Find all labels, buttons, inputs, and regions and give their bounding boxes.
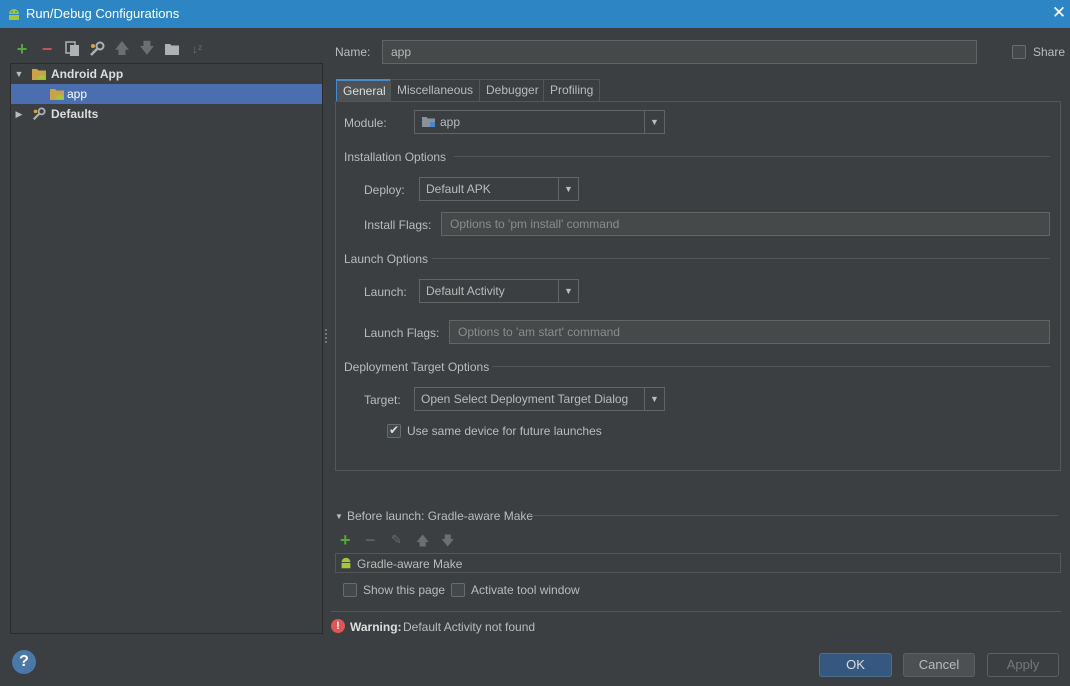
module-label: Module: — [344, 116, 387, 130]
same-device-checkbox[interactable] — [387, 423, 401, 438]
copy-icon[interactable] — [65, 41, 80, 57]
task-label: Gradle-aware Make — [357, 557, 463, 571]
dropdown-arrow-icon[interactable]: ▼ — [644, 388, 664, 410]
wrench-icon[interactable] — [89, 41, 105, 57]
add-task-icon[interactable]: + — [340, 530, 351, 551]
share-checkbox[interactable] — [1012, 45, 1026, 59]
warning-prefix: Warning: — [350, 620, 402, 634]
ok-button[interactable]: OK — [819, 653, 892, 677]
cancel-button[interactable]: Cancel — [903, 653, 975, 677]
show-page-checkbox[interactable] — [343, 583, 357, 597]
tab-debugger[interactable]: Debugger — [479, 79, 546, 102]
move-task-up-icon[interactable]: 🡅 — [416, 532, 429, 554]
configuration-tree[interactable]: ▼ Android App app ▶ Defaults — [10, 63, 323, 634]
window-title: Run/Debug Configurations — [26, 6, 180, 21]
divider — [331, 611, 1061, 612]
module-select[interactable]: app ▼ — [414, 110, 665, 134]
android-app-icon — [50, 89, 64, 100]
dropdown-arrow-icon[interactable]: ▼ — [558, 280, 578, 302]
before-launch-header: Before launch: Gradle-aware Make — [347, 509, 534, 523]
same-device-label: Use same device for future launches — [407, 424, 602, 438]
apply-button[interactable]: Apply — [987, 653, 1059, 677]
divider — [432, 258, 1050, 259]
tree-item-label: app — [67, 87, 88, 101]
target-value: Open Select Deployment Target Dialog — [421, 392, 629, 406]
move-task-down-icon[interactable]: 🡇 — [441, 532, 454, 554]
splitter-handle[interactable] — [325, 329, 327, 343]
deploy-label: Deploy: — [364, 183, 405, 197]
installation-options-header: Installation Options — [344, 150, 447, 164]
activate-tool-window-checkbox[interactable] — [451, 583, 465, 597]
tree-item-app[interactable]: app — [11, 84, 322, 104]
move-up-icon[interactable]: 🡅 — [113, 40, 131, 58]
launch-label: Launch: — [364, 285, 407, 299]
collapse-arrow-icon[interactable]: ▼ — [335, 512, 343, 521]
deployment-target-header: Deployment Target Options — [344, 360, 490, 374]
tab-miscellaneous[interactable]: Miscellaneous — [390, 79, 481, 102]
launch-flags-label: Launch Flags: — [364, 326, 440, 340]
tree-item-label: Defaults — [51, 107, 99, 121]
tab-profiling[interactable]: Profiling — [543, 79, 601, 102]
tree-item-defaults[interactable]: ▶ Defaults — [11, 104, 322, 124]
dropdown-arrow-icon[interactable]: ▼ — [558, 178, 578, 200]
before-launch-task-row[interactable]: Gradle-aware Make — [335, 553, 1061, 573]
title-bar: Run/Debug Configurations ✕ — [0, 0, 1070, 28]
deploy-value: Default APK — [426, 182, 491, 196]
divider — [492, 366, 1050, 367]
close-icon[interactable]: ✕ — [1050, 4, 1068, 22]
launch-options-header: Launch Options — [344, 252, 429, 266]
warning-message: Default Activity not found — [403, 620, 536, 634]
tree-item-android-app[interactable]: ▼ Android App — [11, 64, 322, 84]
install-flags-input[interactable]: Options to 'pm install' command — [441, 212, 1050, 236]
folder-icon[interactable] — [164, 42, 180, 56]
dropdown-arrow-icon[interactable]: ▼ — [644, 111, 664, 133]
remove-icon[interactable]: − — [38, 40, 56, 58]
remove-task-icon[interactable]: − — [365, 530, 376, 551]
expanded-arrow-icon[interactable]: ▼ — [14, 64, 24, 84]
add-icon[interactable]: + — [13, 40, 31, 58]
target-select[interactable]: Open Select Deployment Target Dialog ▼ — [414, 387, 665, 411]
collapsed-arrow-icon[interactable]: ▶ — [14, 104, 24, 124]
launch-flags-input[interactable]: Options to 'am start' command — [449, 320, 1050, 344]
install-flags-label: Install Flags: — [364, 218, 432, 232]
share-label: Share — [1033, 45, 1066, 59]
tree-item-label: Android App — [51, 67, 124, 81]
error-icon: ! — [331, 619, 345, 633]
deploy-select[interactable]: Default APK ▼ — [419, 177, 579, 201]
sort-icon[interactable]: ↓ᶻ — [188, 40, 206, 58]
help-icon[interactable]: ? — [12, 650, 36, 674]
module-folder-icon — [422, 117, 435, 127]
launch-value: Default Activity — [426, 284, 505, 298]
show-page-label: Show this page — [363, 583, 446, 597]
move-down-icon[interactable]: 🡇 — [138, 40, 156, 58]
wrench-icon — [32, 107, 46, 121]
name-input[interactable]: app — [382, 40, 977, 64]
target-label: Target: — [364, 393, 401, 407]
module-value: app — [440, 115, 461, 129]
divider — [454, 156, 1050, 157]
name-label: Name: — [335, 45, 371, 59]
android-icon — [341, 557, 351, 569]
activate-tool-window-label: Activate tool window — [471, 583, 580, 597]
android-folder-icon — [32, 69, 46, 80]
tab-general[interactable]: General — [336, 79, 393, 102]
android-icon — [9, 9, 19, 20]
edit-task-icon[interactable]: ✎ — [391, 532, 402, 548]
launch-select[interactable]: Default Activity ▼ — [419, 279, 579, 303]
divider — [530, 515, 1058, 516]
